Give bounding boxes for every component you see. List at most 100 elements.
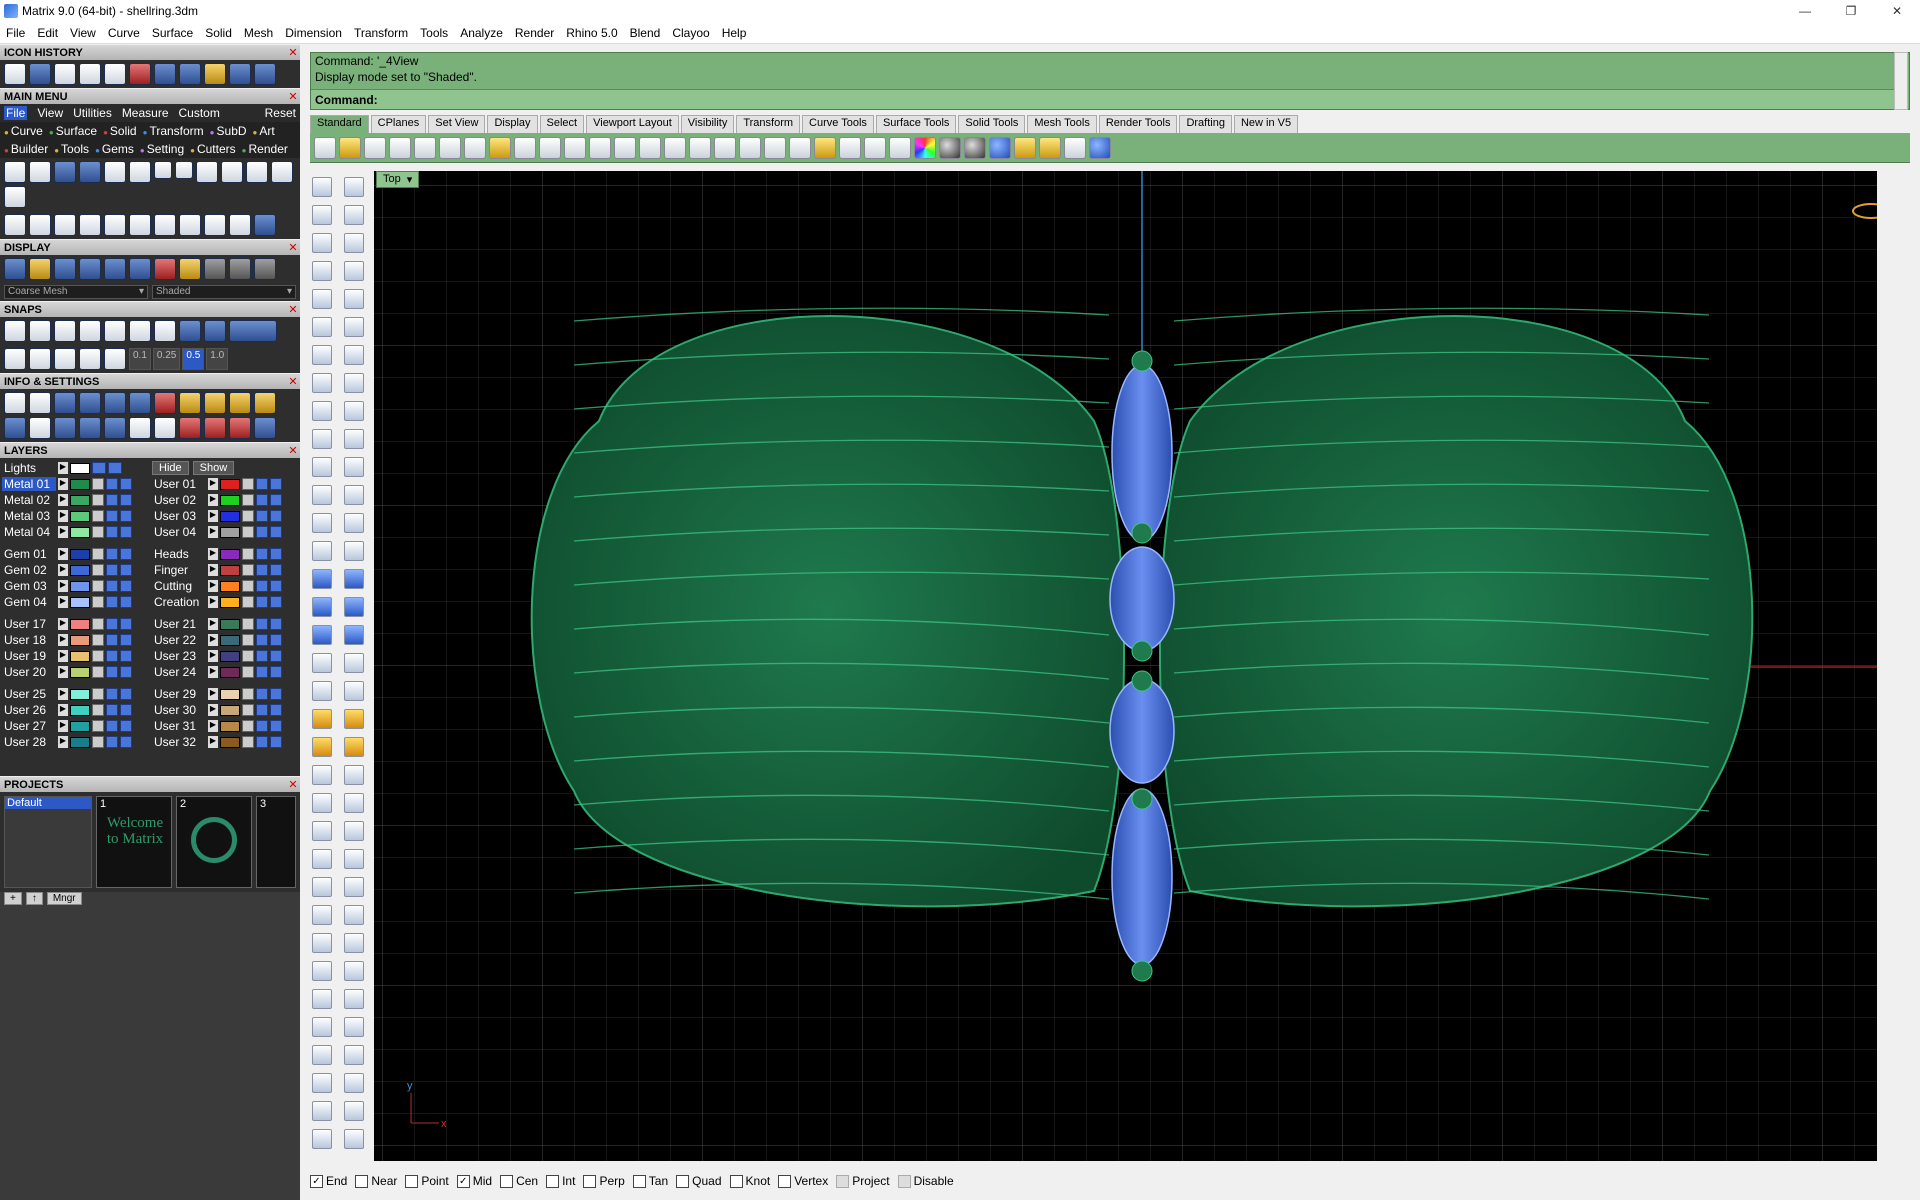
arrow-icon[interactable]: ▶ <box>208 666 218 678</box>
history-icon[interactable] <box>4 63 26 85</box>
menu-mesh[interactable]: Mesh <box>238 26 279 40</box>
layer-color[interactable] <box>70 736 90 748</box>
cut-icon[interactable] <box>439 136 461 159</box>
layer-row[interactable]: Cutting ▶ <box>152 578 300 594</box>
info-icon[interactable] <box>179 392 201 414</box>
reset-button[interactable]: Reset <box>265 106 296 120</box>
snap-quad-icon[interactable] <box>154 320 176 342</box>
layer-row[interactable]: Gem 04 ▶ <box>2 594 152 610</box>
info-icon[interactable] <box>4 417 26 439</box>
new-file-icon[interactable] <box>4 161 26 183</box>
side-tool-icon[interactable] <box>344 429 364 449</box>
side-tool-icon[interactable] <box>312 597 332 617</box>
viewport-tab[interactable]: Top ▾ <box>376 171 420 188</box>
lock-icon[interactable] <box>242 548 254 560</box>
lock-icon[interactable] <box>242 478 254 490</box>
arrow-icon[interactable]: ▶ <box>208 564 218 576</box>
pan-icon[interactable] <box>539 136 561 159</box>
side-tool-icon[interactable] <box>312 1045 332 1065</box>
layer-toggle[interactable] <box>120 736 132 748</box>
snap-value[interactable]: 0.1 <box>129 348 151 370</box>
layer-toggle[interactable] <box>256 510 268 522</box>
close-icon[interactable]: ✕ <box>286 778 300 791</box>
layer-row[interactable]: User 25 ▶ <box>2 686 152 702</box>
snap-value[interactable]: 0.25 <box>152 348 181 370</box>
tool-icon[interactable] <box>54 214 76 236</box>
undo-icon[interactable] <box>514 136 536 159</box>
tool-icon[interactable] <box>129 214 151 236</box>
side-tool-icon[interactable] <box>312 933 332 953</box>
side-tool-icon[interactable] <box>344 205 364 225</box>
close-icon[interactable]: ✕ <box>286 46 300 59</box>
side-tool-icon[interactable] <box>344 625 364 645</box>
info-icon[interactable] <box>254 392 276 414</box>
tool-icon[interactable] <box>79 214 101 236</box>
menu-solid[interactable]: Solid <box>199 26 238 40</box>
layer-toggle[interactable] <box>106 736 118 748</box>
layer-color[interactable] <box>220 510 240 522</box>
project-default[interactable]: Default <box>5 797 91 809</box>
lock-icon[interactable] <box>92 510 104 522</box>
side-tool-icon[interactable] <box>344 989 364 1009</box>
tab-cplanes[interactable]: CPlanes <box>370 115 427 133</box>
layer-row[interactable]: User 01 ▶ <box>152 476 300 492</box>
osnap-disable[interactable]: Disable <box>897 1174 954 1188</box>
mm-item-tools[interactable]: Tools <box>54 142 89 156</box>
side-tool-icon[interactable] <box>312 429 332 449</box>
mm-item-transform[interactable]: Transform <box>143 124 203 138</box>
zoom-selected-icon[interactable] <box>664 136 686 159</box>
layer-toggle[interactable] <box>270 704 282 716</box>
arrow-icon[interactable]: ▶ <box>208 618 218 630</box>
layer-row[interactable]: User 19 ▶ <box>2 648 152 664</box>
side-tool-icon[interactable] <box>344 177 364 197</box>
shaded-sphere-icon[interactable] <box>964 136 986 159</box>
close-icon[interactable]: ✕ <box>286 444 300 457</box>
layer-row[interactable]: Metal 02 ▶ <box>2 492 152 508</box>
layer-toggle[interactable] <box>120 494 132 506</box>
lock-icon[interactable] <box>92 736 104 748</box>
side-tool-icon[interactable] <box>344 1045 364 1065</box>
layer-color[interactable] <box>70 580 90 592</box>
arrow-icon[interactable]: ▶ <box>208 720 218 732</box>
side-tool-icon[interactable] <box>344 961 364 981</box>
layer-toggle[interactable] <box>270 634 282 646</box>
layer-toggle[interactable] <box>270 580 282 592</box>
layer-color[interactable] <box>70 510 90 522</box>
layer-toggle[interactable] <box>270 650 282 662</box>
user-add-icon[interactable] <box>221 161 243 183</box>
manager-button[interactable]: Mngr <box>46 892 82 905</box>
layer-color[interactable] <box>70 548 90 560</box>
tool-icon[interactable] <box>29 214 51 236</box>
info-icon[interactable] <box>204 417 226 439</box>
arrow-icon[interactable]: ▶ <box>58 526 68 538</box>
tab-render-tools[interactable]: Render Tools <box>1098 115 1178 133</box>
layer-toggle[interactable] <box>256 494 268 506</box>
side-tool-icon[interactable] <box>344 877 364 897</box>
project-thumb[interactable]: 3 <box>256 796 296 888</box>
menu-transform[interactable]: Transform <box>348 26 414 40</box>
arrow-icon[interactable]: ▶ <box>208 494 218 506</box>
light-icon[interactable] <box>29 258 51 280</box>
side-tool-icon[interactable] <box>344 1129 364 1149</box>
layer-color[interactable] <box>220 704 240 716</box>
checkbox[interactable] <box>583 1174 597 1188</box>
layer-toggle[interactable] <box>256 580 268 592</box>
layer-icon[interactable] <box>889 136 911 159</box>
side-tool-icon[interactable] <box>312 317 332 337</box>
mm-item-setting[interactable]: Setting <box>140 142 184 156</box>
info-icon[interactable] <box>129 417 151 439</box>
lock-icon[interactable] <box>92 564 104 576</box>
checkbox[interactable] <box>546 1174 560 1188</box>
tab-curve-tools[interactable]: Curve Tools <box>802 115 874 133</box>
side-tool-icon[interactable] <box>344 653 364 673</box>
bulb-icon[interactable] <box>839 136 861 159</box>
layer-toggle[interactable] <box>108 462 122 474</box>
save-icon[interactable] <box>364 136 386 159</box>
history-icon[interactable] <box>179 63 201 85</box>
side-tool-icon[interactable] <box>312 877 332 897</box>
user-icon[interactable] <box>196 161 218 183</box>
lock-icon[interactable] <box>242 596 254 608</box>
tool-icon[interactable] <box>204 214 226 236</box>
side-tool-icon[interactable] <box>344 849 364 869</box>
arrow-icon[interactable]: ▶ <box>208 704 218 716</box>
